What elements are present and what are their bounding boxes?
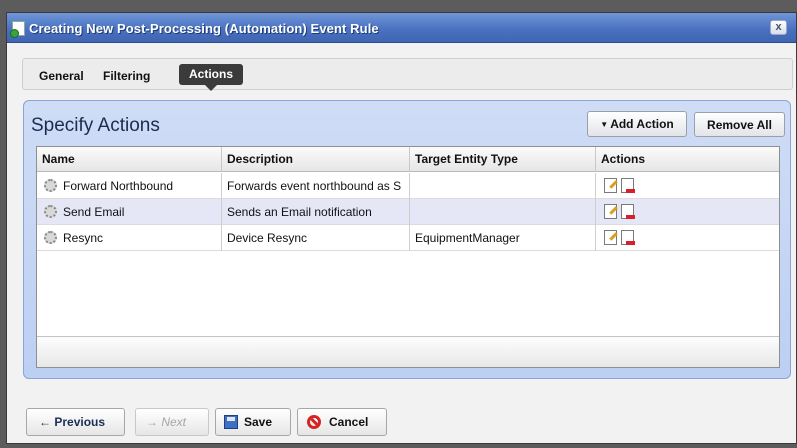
delete-icon[interactable] — [621, 178, 635, 193]
description-cell: Forwards event northbound as S — [222, 173, 410, 199]
description-cell: Sends an Email notification — [222, 199, 410, 225]
save-button[interactable]: Save — [215, 408, 291, 436]
cancel-button[interactable]: Cancel — [297, 408, 387, 436]
action-name: Forward Northbound — [63, 179, 174, 193]
previous-label: Previous — [54, 415, 106, 429]
table-row[interactable]: Send Email Sends an Email notification — [37, 199, 779, 225]
new-document-icon — [10, 21, 25, 38]
dialog-title: Creating New Post-Processing (Automation… — [29, 21, 379, 36]
edit-icon[interactable] — [604, 230, 617, 245]
table-header: Name Description Target Entity Type Acti… — [37, 147, 779, 172]
column-header-actions[interactable]: Actions — [596, 147, 781, 172]
save-label: Save — [244, 415, 273, 429]
table-footer — [37, 336, 779, 367]
panel-title: Specify Actions — [31, 115, 160, 136]
app-backdrop: Creating New Post-Processing (Automation… — [0, 0, 797, 448]
cancel-label: Cancel — [329, 415, 369, 429]
target-cell — [410, 173, 596, 199]
row-actions-cell — [596, 199, 781, 225]
next-label: Next — [161, 415, 187, 429]
tab-actions[interactable]: Actions — [179, 64, 244, 91]
right-arrow-icon: → — [146, 415, 162, 429]
row-actions-cell — [596, 173, 781, 199]
tab-bar: General Filtering Actions — [22, 58, 793, 91]
table-row[interactable]: Forward Northbound Forwards event northb… — [37, 173, 779, 199]
name-cell: Forward Northbound — [37, 173, 222, 199]
edit-icon[interactable] — [604, 178, 617, 193]
target-cell — [410, 199, 596, 225]
add-action-button[interactable]: ▼ Add Action — [587, 111, 687, 137]
tab-general[interactable]: General — [39, 66, 84, 86]
dialog-titlebar: Creating New Post-Processing (Automation… — [7, 13, 796, 43]
action-name: Resync — [63, 231, 104, 245]
column-header-name[interactable]: Name — [37, 147, 222, 172]
previous-button[interactable]: ← Previous — [26, 408, 125, 436]
event-rule-dialog: Creating New Post-Processing (Automation… — [6, 12, 797, 444]
tab-filtering[interactable]: Filtering — [103, 66, 150, 86]
gear-icon — [44, 231, 57, 244]
column-header-target-entity-type[interactable]: Target Entity Type — [410, 147, 596, 172]
delete-icon[interactable] — [621, 204, 635, 219]
gear-icon — [44, 205, 57, 218]
dropdown-arrow-icon: ▼ — [600, 120, 609, 129]
actions-table: Name Description Target Entity Type Acti… — [36, 146, 780, 368]
gear-icon — [44, 179, 57, 192]
remove-all-button[interactable]: Remove All — [694, 112, 785, 137]
floppy-disk-icon — [224, 415, 238, 429]
next-button[interactable]: → Next — [135, 408, 209, 436]
delete-icon[interactable] — [621, 230, 635, 245]
target-cell: EquipmentManager — [410, 225, 596, 251]
row-actions-cell — [596, 225, 781, 251]
edit-icon[interactable] — [604, 204, 617, 219]
add-action-label: Add Action — [610, 117, 674, 131]
cancel-icon — [307, 415, 321, 429]
close-button[interactable]: x — [770, 20, 787, 35]
specify-actions-panel: Specify Actions ▼ Add Action Remove All N… — [23, 100, 791, 379]
description-cell: Device Resync — [222, 225, 410, 251]
left-arrow-icon: ← — [39, 415, 55, 429]
name-cell: Resync — [37, 225, 222, 251]
action-name: Send Email — [63, 205, 125, 219]
table-row[interactable]: Resync Device Resync EquipmentManager — [37, 225, 779, 251]
column-header-description[interactable]: Description — [222, 147, 410, 172]
name-cell: Send Email — [37, 199, 222, 225]
